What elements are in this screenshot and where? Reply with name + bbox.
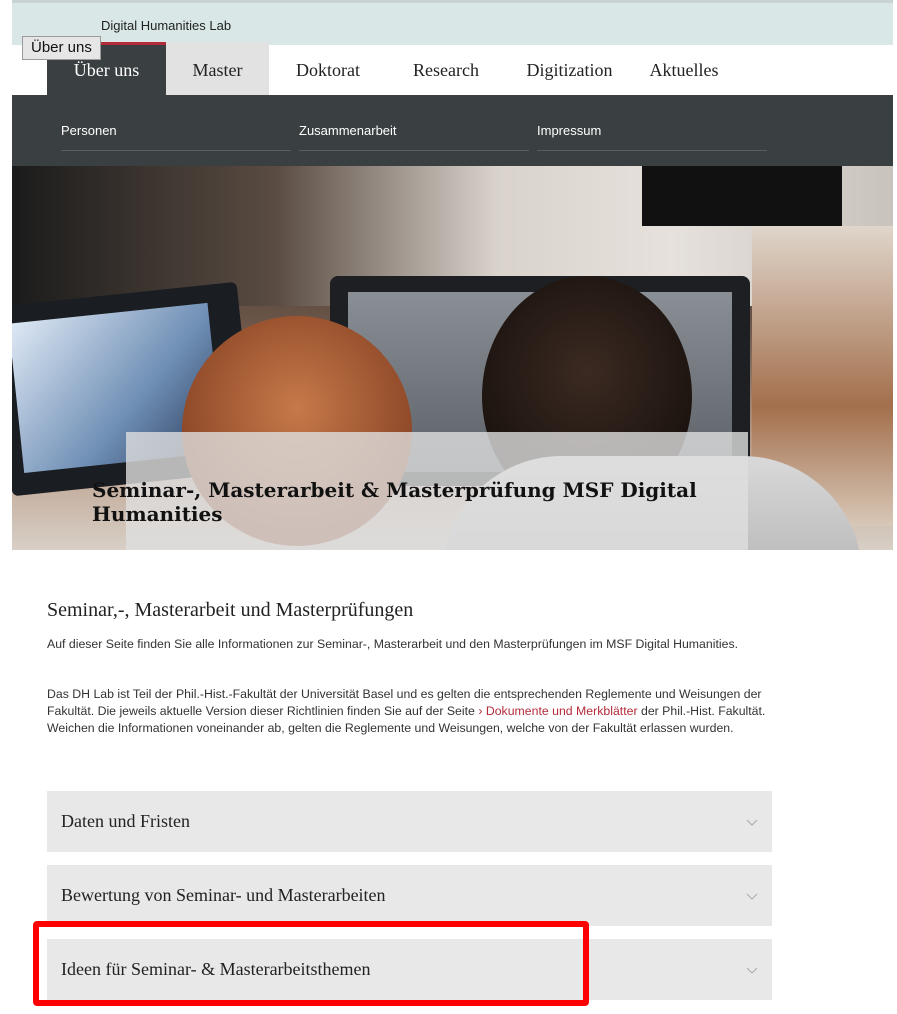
highlight-box bbox=[33, 921, 589, 1006]
chevron-down-icon bbox=[746, 815, 758, 829]
site-name[interactable]: Digital Humanities Lab bbox=[101, 18, 231, 33]
dokumente-link[interactable]: › Dokumente und Merkblätter bbox=[478, 704, 637, 718]
hero-caption: Seminar-, Masterarbeit & Masterprüfung M… bbox=[92, 432, 748, 550]
accordion-daten-fristen[interactable]: Daten und Fristen bbox=[47, 791, 772, 852]
tab-research[interactable]: Research bbox=[387, 42, 505, 95]
main-nav: Über uns Master Doktorat Research Digiti… bbox=[47, 42, 734, 95]
subnav-item-personen[interactable]: Personen bbox=[61, 123, 291, 151]
subnav-item-zusammenarbeit[interactable]: Zusammenarbeit bbox=[299, 123, 529, 151]
tab-aktuelles[interactable]: Aktuelles bbox=[634, 42, 734, 95]
tab-master[interactable]: Master bbox=[166, 42, 269, 95]
accordion-title: Daten und Fristen bbox=[61, 811, 190, 831]
tab-digitization[interactable]: Digitization bbox=[505, 42, 634, 95]
tab-doktorat[interactable]: Doktorat bbox=[269, 42, 387, 95]
page-heading: Seminar,-, Masterarbeit und Masterprüfun… bbox=[47, 599, 414, 621]
hero-monitor-back bbox=[642, 166, 842, 226]
intro-paragraph: Auf dieser Seite finden Sie alle Informa… bbox=[47, 637, 739, 651]
chevron-down-icon bbox=[746, 963, 758, 977]
subnav-item-impressum[interactable]: Impressum bbox=[537, 123, 767, 151]
sub-nav: Personen Zusammenarbeit Impressum bbox=[12, 95, 893, 166]
hero-image: Seminar-, Masterarbeit & Masterprüfung M… bbox=[12, 166, 893, 550]
tooltip: Über uns bbox=[22, 36, 101, 60]
chevron-down-icon bbox=[746, 889, 758, 903]
accordion-title: Bewertung von Seminar- und Masterarbeite… bbox=[61, 885, 386, 905]
rules-paragraph: Das DH Lab ist Teil der Phil.-Hist.-Faku… bbox=[47, 686, 767, 737]
accordion-bewertung[interactable]: Bewertung von Seminar- und Masterarbeite… bbox=[47, 865, 772, 926]
hero-title: Seminar-, Masterarbeit & Masterprüfung M… bbox=[92, 478, 697, 526]
top-strip: Digital Humanities Lab bbox=[12, 0, 893, 45]
